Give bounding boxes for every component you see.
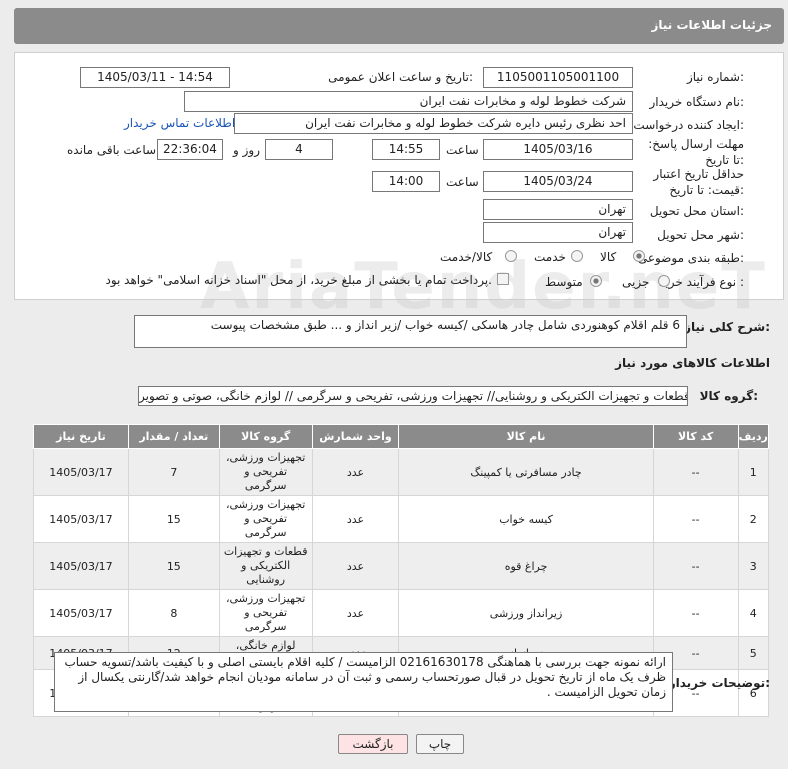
process-minor-radio[interactable]: [658, 275, 670, 287]
col-group-header: گروه کالا: [218, 424, 313, 449]
city-field: تهران: [483, 222, 633, 243]
city-label: شهر محل تحویل:: [657, 228, 744, 242]
validity-date-field: 1405/03/24: [483, 171, 633, 192]
days-label: روز و: [233, 143, 260, 157]
cell-unit: عدد: [311, 448, 400, 496]
deadline-time-label: ساعت: [446, 143, 479, 157]
category-service-radio[interactable]: [571, 250, 583, 262]
announce-datetime-field: 1405/03/11 - 14:54: [80, 67, 230, 88]
province-field: تهران: [483, 199, 633, 220]
goods-group-label: گروه کالا:: [699, 389, 758, 403]
cell-date: 1405/03/17: [33, 589, 129, 637]
cell-unit: عدد: [311, 542, 400, 590]
category-service-label: خدمت: [534, 250, 566, 264]
col-row-header: ردیف: [737, 424, 769, 449]
col-qty-header: تعداد / مقدار: [127, 424, 220, 449]
validity-time-field: 14:00: [372, 171, 440, 192]
category-goods-service-label: کالا/خدمت: [440, 250, 493, 264]
col-code-header: کد کالا: [652, 424, 739, 449]
table-row: 4 -- زیرانداز ورزشی عدد تجهیزات ورزشی، تفریح…: [33, 589, 769, 637]
cell-name: چراغ قوه: [398, 542, 654, 590]
cell-name: چادر مسافرتی یا کمپینگ: [398, 448, 654, 496]
cell-date: 1405/03/17: [33, 448, 129, 496]
notes-textarea[interactable]: ارائه نمونه جهت بررسی با هماهنگی 0216163…: [54, 652, 673, 712]
cell-unit: عدد: [311, 589, 400, 637]
cell-code: --: [652, 495, 739, 543]
cell-qty: 15: [127, 542, 220, 590]
cell-qty: 8: [127, 589, 220, 637]
remaining-label: ساعت باقی مانده: [67, 143, 157, 157]
process-label: نوع فرآیند خرید :: [659, 275, 744, 289]
page-frame: جزئیات اطلاعات نیاز AriaTender.neT شماره…: [0, 0, 788, 769]
cell-code: --: [652, 542, 739, 590]
category-goods-label: کالا: [600, 250, 617, 264]
category-goods-service-radio[interactable]: [505, 250, 517, 262]
validity-time-label: ساعت: [446, 175, 479, 189]
summary-textarea[interactable]: 6 قلم اقلام کوهنوردی شامل چادر هاسکی /کی…: [134, 315, 687, 348]
cell-name: زیرانداز ورزشی: [398, 589, 654, 637]
col-name-header: نام کالا: [398, 424, 654, 449]
creator-field: احد نظری رئیس دایره شرکت خطوط لوله و مخا…: [234, 113, 633, 134]
goods-section-title: اطلاعات کالاهای مورد نیاز: [615, 356, 770, 370]
deadline-time-field: 14:55: [372, 139, 440, 160]
cell-row: 1: [737, 448, 769, 496]
treasury-payment-note: پرداخت تمام یا بخشی از مبلغ خرید، از محل…: [105, 273, 492, 287]
announce-label: تاریخ و ساعت اعلان عمومی:: [328, 70, 473, 84]
notes-label: توضیحات خریدار:: [668, 676, 770, 690]
cell-row: 2: [737, 495, 769, 543]
cell-code: --: [652, 589, 739, 637]
process-minor-label: جزیی: [622, 275, 650, 289]
back-button[interactable]: بازگشت: [338, 734, 408, 754]
table-row: 2 -- کیسه خواب عدد تجهیزات ورزشی، تفریحی و س…: [33, 495, 769, 543]
cell-qty: 15: [127, 495, 220, 543]
page-title: جزئیات اطلاعات نیاز: [651, 18, 772, 32]
deadline-date-field: 1405/03/16: [483, 139, 633, 160]
page-header: جزئیات اطلاعات نیاز: [14, 8, 784, 44]
table-row: 1 -- چادر مسافرتی یا کمپینگ عدد تجهیزات ورزش…: [33, 448, 769, 496]
cell-unit: عدد: [311, 495, 400, 543]
cell-name: کیسه خواب: [398, 495, 654, 543]
process-medium-label: متوسط: [545, 275, 583, 289]
cell-date: 1405/03/17: [33, 495, 129, 543]
cell-code: --: [652, 448, 739, 496]
province-label: استان محل تحویل:: [649, 204, 744, 218]
table-row: 3 -- چراغ قوه عدد قطعات و تجهیزات الکتریکی و…: [33, 542, 769, 590]
cell-qty: 7: [127, 448, 220, 496]
buyer-label: نام دستگاه خریدار:: [649, 95, 745, 109]
process-medium-radio[interactable]: [590, 275, 602, 287]
remaining-time-field: 22:36:04: [157, 139, 223, 160]
category-goods-radio[interactable]: [633, 250, 645, 262]
deadline-label: مهلت ارسال پاسخ: تا تاریخ:: [648, 137, 744, 167]
days-remaining-field: 4: [265, 139, 333, 160]
col-unit-header: واحد شمارش: [311, 424, 400, 449]
cell-group: تجهیزات ورزشی، تفریحی و سرگرمی: [218, 589, 313, 637]
cell-date: 1405/03/17: [33, 542, 129, 590]
buyer-contact-link[interactable]: اطلاعات تماس خریدار: [124, 116, 235, 130]
cell-group: تجهیزات ورزشی، تفریحی و سرگرمی: [218, 495, 313, 543]
cell-group: قطعات و تجهیزات الکتریکی و روشنایی: [218, 542, 313, 590]
col-date-header: تاریخ نیاز: [33, 424, 129, 449]
summary-label: شرح کلی نیاز:: [684, 320, 770, 334]
need-number-field: 1105001105001100: [483, 67, 633, 88]
treasury-payment-checkbox[interactable]: [497, 273, 509, 285]
need-number-label: شماره نیاز:: [686, 70, 744, 84]
buyer-field: شرکت خطوط لوله و مخابرات نفت ایران: [184, 91, 633, 112]
category-label: طبقه بندی موضوعی:: [637, 251, 744, 265]
creator-label: ایجاد کننده درخواست:: [633, 118, 744, 132]
cell-row: 3: [737, 542, 769, 590]
cell-row: 5: [737, 636, 769, 670]
table-header-row: ردیف کد کالا نام کالا واحد شمارش گروه کا…: [33, 424, 769, 449]
cell-group: تجهیزات ورزشی، تفریحی و سرگرمی: [218, 448, 313, 496]
print-button[interactable]: چاپ: [416, 734, 464, 754]
goods-group-field: قطعات و تجهیزات الکتریکی و روشنایی// تجه…: [138, 386, 688, 406]
validity-label: حداقل تاریخ اعتبار قیمت: تا تاریخ:: [653, 167, 744, 197]
cell-row: 4: [737, 589, 769, 637]
